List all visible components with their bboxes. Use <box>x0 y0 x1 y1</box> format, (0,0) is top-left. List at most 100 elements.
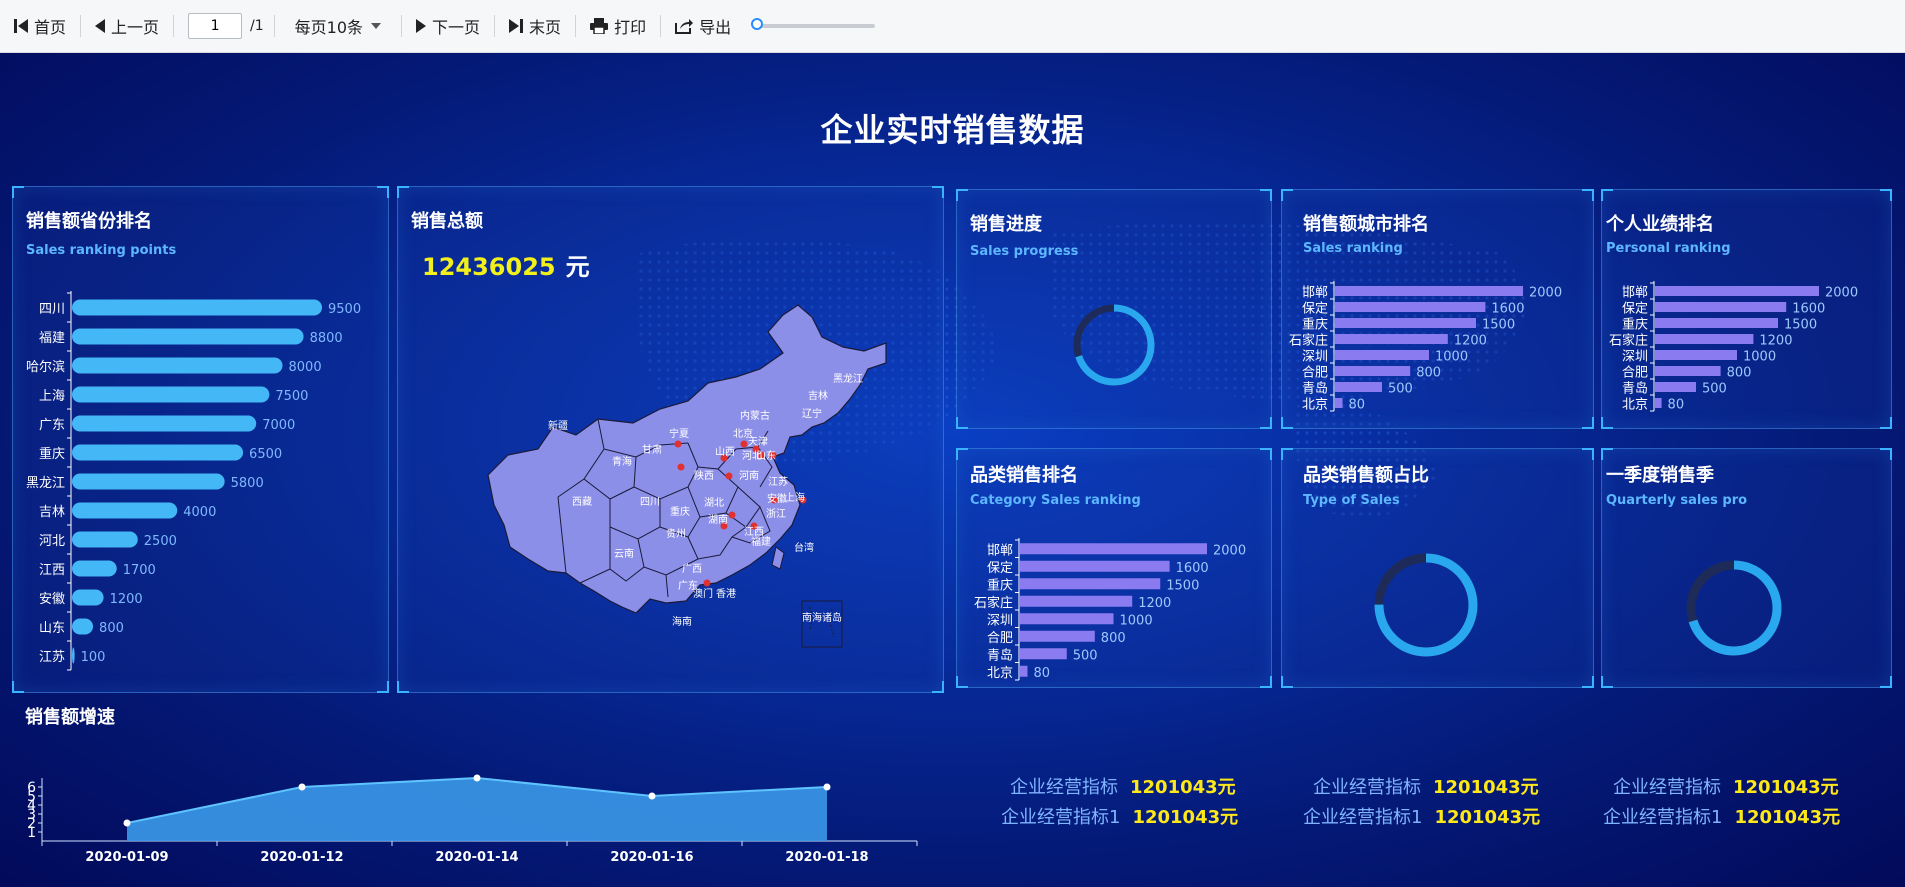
taiwan-shape <box>771 546 785 570</box>
city-ranking-panel: 销售额城市排名 Sales ranking 邯郸 2000 保定 1600 重庆 1500… <box>1281 189 1594 429</box>
sales-dashboard: 企业实时销售数据 销售额省份排名 Sales ranking points 四川… <box>0 53 1905 887</box>
bar-value-label: 800 <box>1101 631 1126 646</box>
bar-value-label: 1700 <box>123 563 156 578</box>
bar <box>1335 350 1429 360</box>
map-province-label: 山东 <box>756 449 776 462</box>
bar-category-label: 哈尔滨 <box>26 359 65 375</box>
bar-category-label: 上海 <box>39 389 65 404</box>
map-province-label: 南海诸岛 <box>802 611 842 624</box>
bar-category-label: 保定 <box>987 561 1013 576</box>
bar-value-label: 1500 <box>1482 318 1515 333</box>
south-china-sea-inset <box>801 600 843 648</box>
kpi-metric: 企业经营指标1 1201043元 <box>1001 803 1238 829</box>
bar-category-label: 重庆 <box>1302 317 1328 333</box>
map-province-label: 贵州 <box>666 527 686 540</box>
bar <box>1335 318 1476 328</box>
kpi-label: 企业经营指标 <box>1313 777 1421 798</box>
print-label: 打印 <box>614 18 647 37</box>
map-province-label: 青海 <box>612 455 632 468</box>
next-page-button[interactable]: 下一页 <box>402 11 494 41</box>
map-city-marker <box>677 463 685 471</box>
kpi-label: 企业经营指标1 <box>1303 807 1423 828</box>
bar-category-label: 深圳 <box>987 613 1013 628</box>
map-province-label: 天津 <box>748 436 768 448</box>
per-page-value: 每页10条 <box>294 18 364 37</box>
bar-category-label: 四川 <box>39 302 65 317</box>
category-bar-chart: 邯郸 2000 保定 1600 重庆 1500 石家庄 1200 深圳 1000 合肥 800 青岛 50… <box>974 538 1246 681</box>
zoom-slider-handle[interactable] <box>751 18 764 30</box>
bar-value-label: 1600 <box>1176 561 1209 576</box>
map-province-label: 西藏 <box>572 496 592 508</box>
data-point <box>648 792 656 800</box>
bar-value-label: 1500 <box>1784 318 1817 333</box>
bar <box>1335 366 1411 376</box>
province-ranking-panel: 销售额省份排名 Sales ranking points 四川 9500 福建 880… <box>12 186 389 693</box>
kpi-label: 企业经营指标1 <box>1603 807 1723 828</box>
bar-value-label: 6500 <box>249 447 282 462</box>
bar-value-label: 2000 <box>1529 286 1562 301</box>
bar-category-label: 重庆 <box>1622 317 1648 333</box>
prev-page-label: 上一页 <box>111 18 160 37</box>
bar-category-label: 广东 <box>39 418 65 433</box>
prev-page-button[interactable]: 上一页 <box>81 11 173 41</box>
kpi-value: 1201043元 <box>1434 807 1541 828</box>
map-province-label: 福建 <box>751 535 771 548</box>
bar-category-label: 吉林 <box>39 505 65 520</box>
data-point <box>473 774 481 782</box>
bar-value-label: 1600 <box>1792 302 1825 317</box>
bar-value-label: 80 <box>1668 398 1685 413</box>
china-sales-map[interactable]: 黑龙江吉林辽宁内蒙古新疆宁夏山西北京河北天津山东青海甘肃陕西 河南江苏安徽上海西藏… <box>398 187 943 692</box>
bar-value-label: 800 <box>1416 366 1441 381</box>
bar <box>72 415 257 432</box>
bar-category-label: 福建 <box>39 331 65 346</box>
bar-category-label: 石家庄 <box>974 595 1013 611</box>
personal-bar-chart: 邯郸 2000 保定 1600 重庆 1500 石家庄 1200 深圳 1000 合肥 800 青岛 50… <box>1609 281 1858 413</box>
bar-category-label: 深圳 <box>1622 350 1648 365</box>
page-total: /1 <box>250 18 264 34</box>
toolbar-divider <box>173 15 175 37</box>
report-toolbar: 首页 上一页 /1 每页10条 下一页 末页 打印 导出 <box>0 0 1905 53</box>
last-page-button[interactable]: 末页 <box>495 11 575 41</box>
print-button[interactable]: 打印 <box>576 11 660 41</box>
x-tick-label: 2020-01-09 <box>85 850 168 865</box>
bar-value-label: 2500 <box>144 534 177 549</box>
sales-growth-section: 销售额增速 1 2 3 4 5 6 2020-01-09 2020-01-12 2020-01-… <box>12 703 942 887</box>
category-ranking-panel: 品类销售排名 Category Sales ranking 邯郸 2000 保定 16… <box>956 448 1272 688</box>
kpi-value: 1201043元 <box>1132 807 1239 828</box>
zoom-slider[interactable] <box>751 18 876 30</box>
category-share-donut <box>1374 553 1478 657</box>
bar <box>1655 350 1737 360</box>
bar <box>1020 613 1114 625</box>
bar-value-label: 500 <box>1073 648 1098 663</box>
map-province-label: 宁夏 <box>669 427 689 440</box>
bar <box>1335 398 1343 408</box>
kpi-label: 企业经营指标1 <box>1001 807 1121 828</box>
per-page-select[interactable]: 每页10条 <box>275 14 401 38</box>
bar-category-label: 河北 <box>39 534 65 549</box>
bar-category-label: 邯郸 <box>1622 286 1648 301</box>
bar-category-label: 石家庄 <box>1609 333 1648 349</box>
bar <box>72 647 75 664</box>
map-city-marker <box>728 511 736 519</box>
page-number-input[interactable] <box>188 13 243 39</box>
bar <box>1655 382 1696 392</box>
bar-category-label: 邯郸 <box>1302 286 1328 301</box>
first-page-button[interactable]: 首页 <box>0 11 80 41</box>
map-city-marker <box>725 472 733 480</box>
bar-value-label: 1200 <box>1759 334 1792 349</box>
bar <box>1020 648 1067 660</box>
bar-value-label: 80 <box>1033 666 1050 681</box>
map-province-label: 江苏 <box>768 475 788 488</box>
sales-progress-panel: 销售进度 Sales progress <box>956 189 1272 429</box>
sales-growth-area-chart: 1234562020-01-09 2020-01-12 2020-01-14 2020… <box>27 774 918 865</box>
bar <box>1655 286 1819 296</box>
first-page-icon <box>14 19 28 33</box>
bar-category-label: 青岛 <box>987 647 1013 663</box>
kpi-metric: 企业经营指标1 1201043元 <box>1603 803 1840 829</box>
bar <box>72 531 138 548</box>
bar-category-label: 山东 <box>39 621 65 636</box>
kpi-metric: 企业经营指标 1201043元 <box>1613 773 1839 799</box>
bar-category-label: 北京 <box>1302 398 1328 413</box>
export-button[interactable]: 导出 <box>661 11 745 41</box>
bar-value-label: 7500 <box>275 389 308 404</box>
